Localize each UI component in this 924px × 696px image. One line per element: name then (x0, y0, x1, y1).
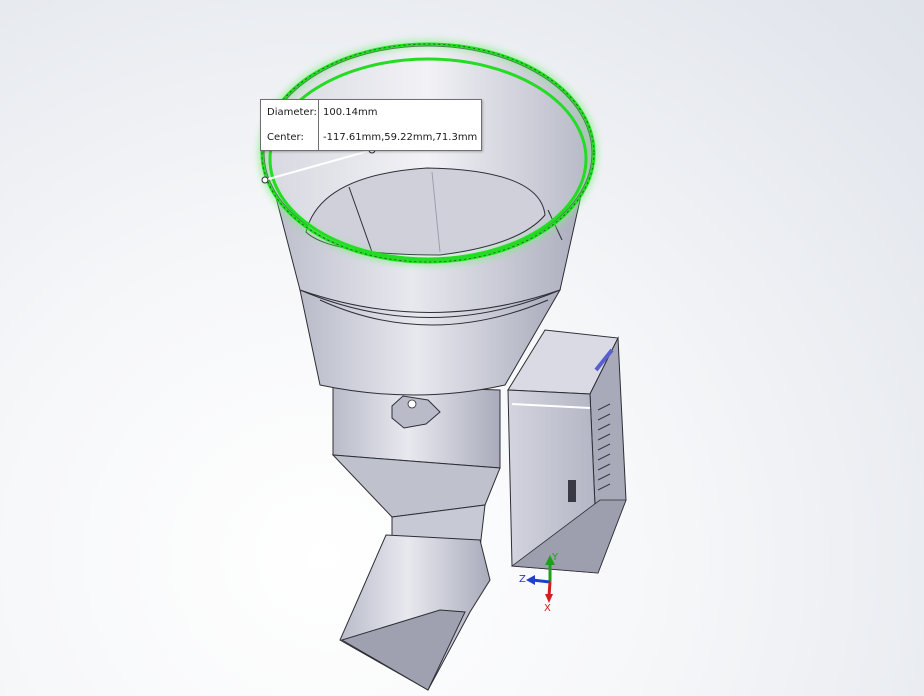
triad-y-label: Y (551, 552, 559, 563)
electronics-enclosure[interactable] (507, 329, 627, 574)
hopper-neck[interactable] (331, 384, 501, 691)
center-label: Center: (267, 132, 304, 143)
measure-row-diameter: Diameter: 100.14mm (261, 100, 481, 125)
diameter-value: 100.14mm (323, 107, 378, 118)
triad-x-label: X (544, 603, 551, 614)
triad-x-axis (547, 581, 552, 597)
diameter-label: Diameter: (267, 107, 317, 118)
triad-z-label: Z (519, 574, 526, 585)
graphics-viewport[interactable]: Y Z X Diameter: 100.14mm Center: -117.61… (0, 0, 924, 696)
measure-row-center: Center: -117.61mm,59.22mm,71.3mm (261, 125, 481, 150)
center-value: -117.61mm,59.22mm,71.3mm (323, 132, 478, 143)
measure-tooltip[interactable]: Diameter: 100.14mm Center: -117.61mm,59.… (260, 99, 482, 151)
triad-z-arrow-icon (526, 575, 535, 585)
funnel-cylinder[interactable] (263, 45, 593, 326)
usb-port-icon (568, 480, 576, 502)
triad-x-arrow-icon (545, 594, 553, 603)
